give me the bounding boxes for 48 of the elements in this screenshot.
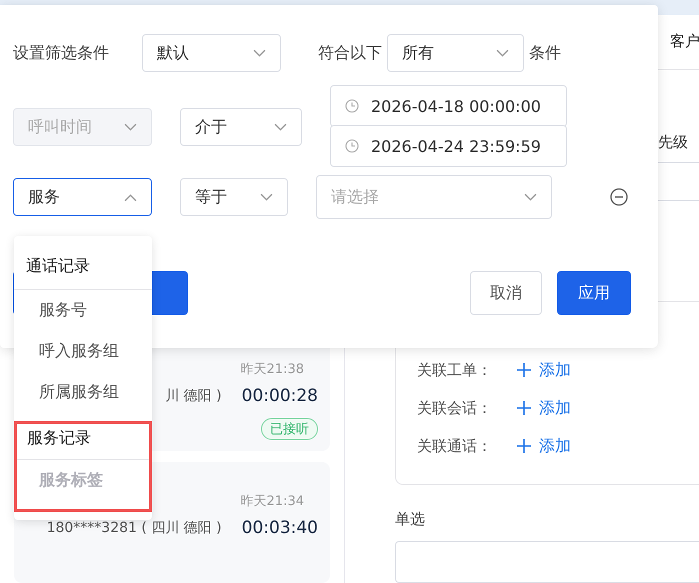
relation-label: 关联会话： [417,398,493,418]
match-label: 条件 [529,42,562,64]
chevron-down-icon [524,192,537,202]
phone-number: 180****3281 ( 四川 德阳 ) [46,519,222,537]
call-time: 昨天21:34 [240,493,304,510]
clock-icon [345,139,359,153]
clock-icon [345,99,359,113]
add-link[interactable]: 添加 [517,436,571,457]
preset-select[interactable]: 默认 [142,34,281,72]
match-label: 符合以下 [318,42,382,64]
chevron-down-icon [260,192,273,202]
call-duration: 00:03:40 [242,518,318,538]
date-field[interactable]: 2026-04-18 00:00:00 [330,85,567,127]
tab[interactable]: 客户 [670,32,699,52]
field-label: 先级 [658,132,688,152]
operator-select[interactable]: 等于 [180,178,288,216]
field-label: 单选 [395,510,426,530]
cancel-button[interactable]: 取消 [470,271,542,315]
group-header: 通话记录 [25,256,91,277]
input-field[interactable] [395,541,699,583]
add-link[interactable]: 添加 [517,360,571,381]
plus-icon [517,363,531,378]
filter-label: 设置筛选条件 [13,42,110,64]
apply-button[interactable]: 应用 [557,271,631,315]
plus-icon [517,401,531,416]
operator-select[interactable]: 介于 [180,108,302,146]
call-time: 昨天21:38 [240,361,304,378]
menu-option[interactable]: 呼入服务组 [14,331,152,372]
phone-number: 川 德阳 ) [165,387,222,405]
relation-label: 关联通话： [417,436,493,456]
menu-option[interactable]: 服务号 [14,290,152,331]
chevron-down-icon [252,48,266,58]
match-select[interactable]: 所有 [386,34,524,72]
status-badge: 已接听 [261,418,318,440]
chevron-down-icon [274,122,287,132]
add-link[interactable]: 添加 [517,398,571,419]
chevron-down-icon [124,122,137,132]
relation-label: 关联工单： [417,360,493,380]
field-select[interactable]: 服务 [13,178,152,216]
remove-button[interactable] [610,188,628,206]
chevron-down-icon [496,48,510,58]
plus-icon [517,439,531,454]
call-duration: 00:00:28 [242,386,318,406]
chevron-up-icon [124,192,137,202]
minus-circle-icon [610,188,628,206]
date-field[interactable]: 2026-04-24 23:59:59 [330,125,567,167]
group-header: 服务记录 [26,427,92,449]
menu-option[interactable]: 所属服务组 [14,372,152,413]
